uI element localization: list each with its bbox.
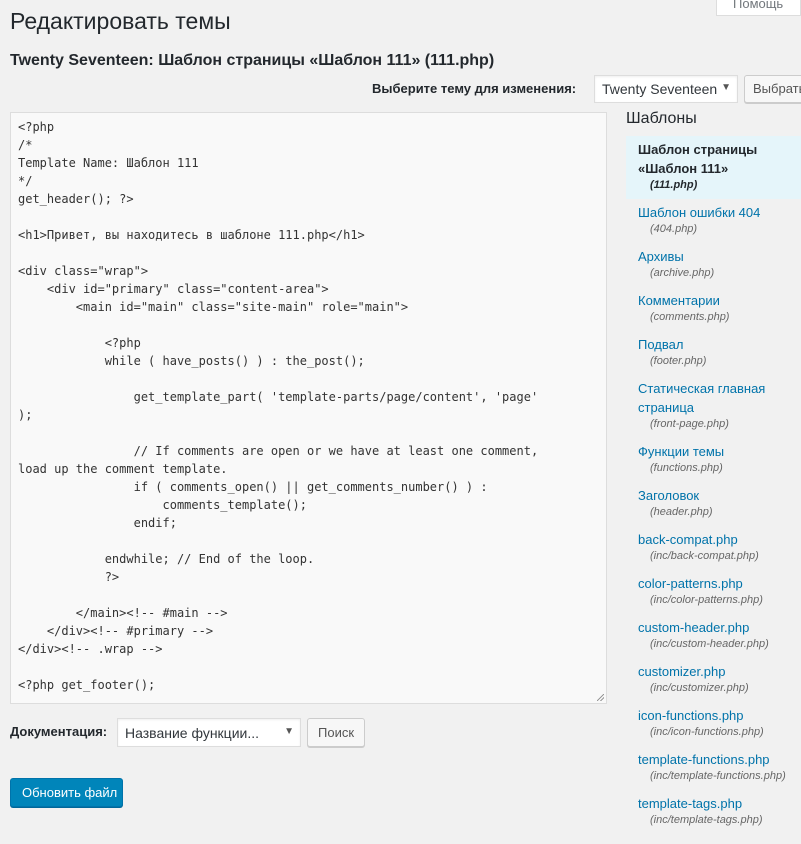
- template-file-item[interactable]: custom-header.php (inc/custom-header.php): [626, 614, 801, 658]
- template-file-link[interactable]: Шаблон ошибки 404: [638, 203, 801, 222]
- template-file-link[interactable]: Подвал: [638, 335, 801, 354]
- template-file-item[interactable]: color-patterns.php (inc/color-patterns.ph…: [626, 570, 801, 614]
- help-tab[interactable]: Помощь: [716, 0, 801, 16]
- template-file-path: (inc/template-tags.php): [650, 814, 763, 826]
- documentation-search-button[interactable]: Поиск: [307, 718, 365, 747]
- template-file-item[interactable]: template-functions.php (inc/template-func…: [626, 746, 801, 790]
- resize-handle-icon[interactable]: [597, 694, 604, 701]
- template-file-link[interactable]: color-patterns.php: [638, 574, 801, 593]
- template-file-item[interactable]: customizer.php (inc/customizer.php): [626, 658, 801, 702]
- template-file-item[interactable]: Функции темы (functions.php): [626, 438, 801, 482]
- template-file-path: (inc/custom-header.php): [650, 638, 769, 650]
- template-file-link[interactable]: custom-header.php: [638, 618, 801, 637]
- template-file-link[interactable]: customizer.php: [638, 662, 801, 681]
- template-file-path: (header.php): [650, 506, 713, 518]
- template-file-item[interactable]: Заголовок (header.php): [626, 482, 801, 526]
- function-name-select[interactable]: Название функции... ▼: [117, 718, 301, 747]
- chevron-down-icon: ▼: [284, 726, 294, 737]
- template-file-link[interactable]: Статическая главная страница: [638, 379, 801, 417]
- template-file-link[interactable]: Функции темы: [638, 442, 801, 461]
- page-title: Редактировать темы: [10, 8, 231, 34]
- template-file-link[interactable]: template-functions.php: [638, 750, 801, 769]
- templates-heading: Шаблоны: [626, 110, 697, 127]
- template-file-item[interactable]: Комментарии (comments.php): [626, 287, 801, 331]
- template-file-path: (front-page.php): [650, 418, 729, 430]
- theme-select-label: Выберите тему для изменения:: [372, 81, 577, 96]
- template-file-item[interactable]: Статическая главная страница (front-page.…: [626, 375, 801, 438]
- file-title: Twenty Seventeen: Шаблон страницы «Шабло…: [10, 52, 495, 69]
- select-theme-button[interactable]: Выбрать: [744, 75, 801, 103]
- template-file-link[interactable]: Комментарии: [638, 291, 801, 310]
- template-file-link[interactable]: back-compat.php: [638, 530, 801, 549]
- template-file-path: (functions.php): [650, 462, 723, 474]
- template-file-path: (inc/customizer.php): [650, 682, 749, 694]
- template-file-item[interactable]: Архивы (archive.php): [626, 243, 801, 287]
- template-file-item[interactable]: Подвал (footer.php): [626, 331, 801, 375]
- code-editor[interactable]: <?php /* Template Name: Шаблон 111 */ ge…: [10, 112, 607, 704]
- template-file-path: (inc/color-patterns.php): [650, 594, 763, 606]
- template-file-path: (inc/back-compat.php): [650, 550, 759, 562]
- template-file-path: (404.php): [650, 223, 698, 235]
- template-file-path: (111.php): [650, 179, 698, 191]
- template-file-path: (archive.php): [650, 267, 715, 279]
- template-file-link[interactable]: Шаблон страницы «Шаблон 111»: [638, 140, 801, 178]
- code-content[interactable]: <?php /* Template Name: Шаблон 111 */ ge…: [11, 113, 606, 694]
- template-file-path: (inc/template-functions.php): [650, 770, 786, 782]
- template-file-path: (comments.php): [650, 311, 730, 323]
- theme-select-value: Twenty Seventeen: [602, 81, 718, 97]
- template-file-path: (footer.php): [650, 355, 707, 367]
- theme-select[interactable]: Twenty Seventeen ▼: [594, 75, 738, 103]
- template-file-list: Шаблон страницы «Шаблон 111» (111.php) Шаб…: [626, 136, 801, 844]
- template-file-link[interactable]: Заголовок: [638, 486, 801, 505]
- template-file-item[interactable]: icon-functions.php (inc/icon-functions.ph…: [626, 702, 801, 746]
- template-file-link[interactable]: icon-functions.php: [638, 706, 801, 725]
- template-file-link[interactable]: Архивы: [638, 247, 801, 266]
- documentation-label: Документация:: [10, 724, 108, 739]
- template-file-item[interactable]: Шаблон ошибки 404 (404.php): [626, 199, 801, 243]
- update-file-button[interactable]: Обновить файл: [10, 778, 123, 807]
- function-name-select-value: Название функции...: [125, 725, 259, 741]
- template-file-link[interactable]: template-tags.php: [638, 794, 801, 813]
- template-file-item[interactable]: back-compat.php (inc/back-compat.php): [626, 526, 801, 570]
- template-file-item[interactable]: template-tags.php (inc/template-tags.php): [626, 790, 801, 834]
- template-file-path: (inc/icon-functions.php): [650, 726, 764, 738]
- template-file-item[interactable]: Шаблон страницы «Шаблон 111» (111.php): [626, 136, 801, 199]
- chevron-down-icon: ▼: [721, 82, 731, 93]
